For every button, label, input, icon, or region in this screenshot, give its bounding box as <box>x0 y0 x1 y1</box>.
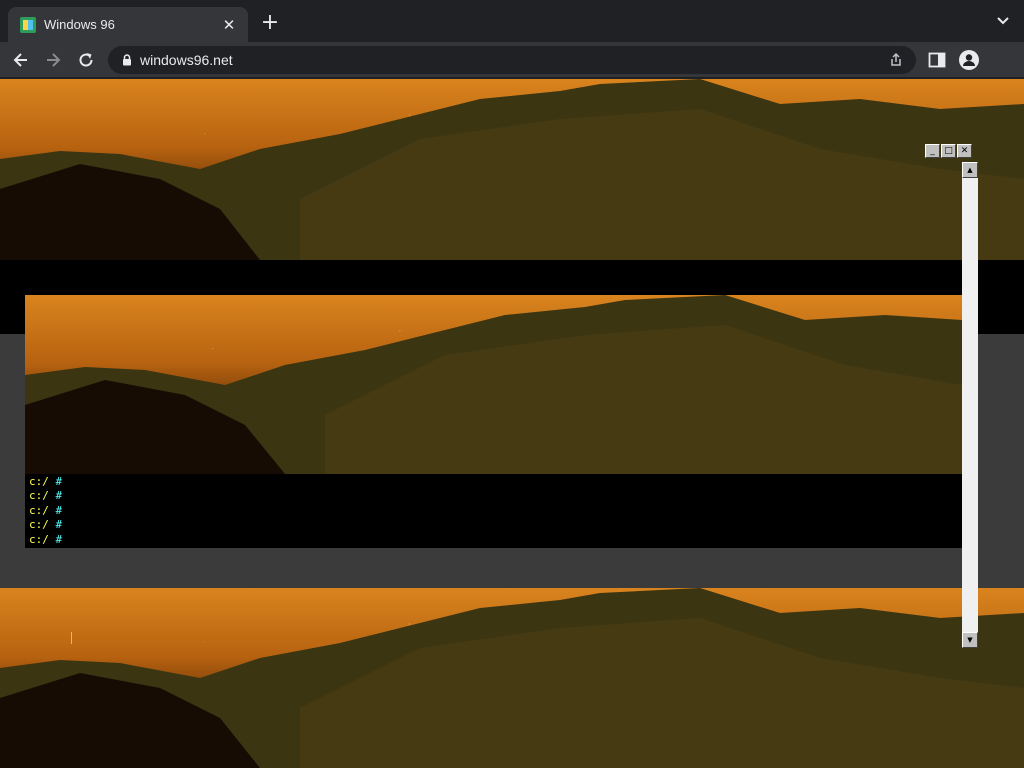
reload-button[interactable] <box>73 48 99 72</box>
share-icon[interactable] <box>888 52 904 68</box>
forward-arrow-icon <box>47 53 61 67</box>
terminal-line: c:/ # <box>29 518 962 532</box>
desktop-wallpaper-top <box>0 79 1024 260</box>
desktop-wallpaper-bottom <box>0 588 1024 768</box>
new-tab-button[interactable]: + <box>258 12 282 36</box>
prompt-path: c:/ <box>29 532 49 546</box>
terminal-output[interactable]: c:/ # c:/ # c:/ # c:/ # c:/ # <box>25 474 962 548</box>
back-button[interactable] <box>8 48 34 72</box>
browser-toolbar: windows96.net <box>0 42 1024 78</box>
person-icon <box>963 54 975 66</box>
prompt-path: c:/ <box>29 475 49 488</box>
back-arrow-icon <box>13 53 27 67</box>
terminal-line: c:/ # <box>29 489 962 503</box>
windows96-favicon-icon <box>20 16 36 33</box>
terminal-line: c:/ # <box>29 475 962 489</box>
scroll-down-button[interactable]: ▼ <box>962 632 978 648</box>
profile-icon[interactable] <box>959 50 979 70</box>
scroll-up-button[interactable]: ▲ <box>962 162 978 178</box>
prompt-symbol: # <box>55 532 63 546</box>
terminal-line: c:/ # <box>29 504 962 518</box>
prompt-path: c:/ <box>29 518 49 532</box>
page-viewport <box>0 79 1024 768</box>
maximize-button[interactable]: □ <box>941 144 956 158</box>
tab-strip: Windows 96 ✕ + <box>0 0 1024 42</box>
chevron-down-icon[interactable] <box>996 14 1010 28</box>
address-bar[interactable]: windows96.net <box>108 46 916 74</box>
tab-windows96[interactable]: Windows 96 ✕ <box>8 7 248 42</box>
close-button[interactable]: ✕ <box>957 144 972 158</box>
minimize-button[interactable]: _ <box>925 144 940 158</box>
window-controls: _ □ ✕ <box>925 144 972 158</box>
close-icon[interactable]: ✕ <box>220 16 238 34</box>
side-panel-icon[interactable] <box>928 52 946 68</box>
url-text: windows96.net <box>140 52 233 68</box>
prompt-symbol: # <box>55 518 63 532</box>
reload-icon <box>79 53 93 67</box>
prompt-path: c:/ <box>29 503 49 517</box>
vertical-scrollbar[interactable]: ▲ ▼ <box>962 162 978 648</box>
terminal-line: c:/ # <box>29 533 962 547</box>
forward-button[interactable] <box>40 48 66 72</box>
tab-title: Windows 96 <box>44 17 115 32</box>
prompt-symbol: # <box>55 489 63 503</box>
prompt-path: c:/ <box>29 489 49 503</box>
prompt-symbol: # <box>55 475 63 488</box>
prompt-symbol: # <box>55 503 63 517</box>
window-wallpaper <box>25 295 962 474</box>
lock-icon <box>123 54 131 66</box>
text-cursor <box>71 632 72 644</box>
